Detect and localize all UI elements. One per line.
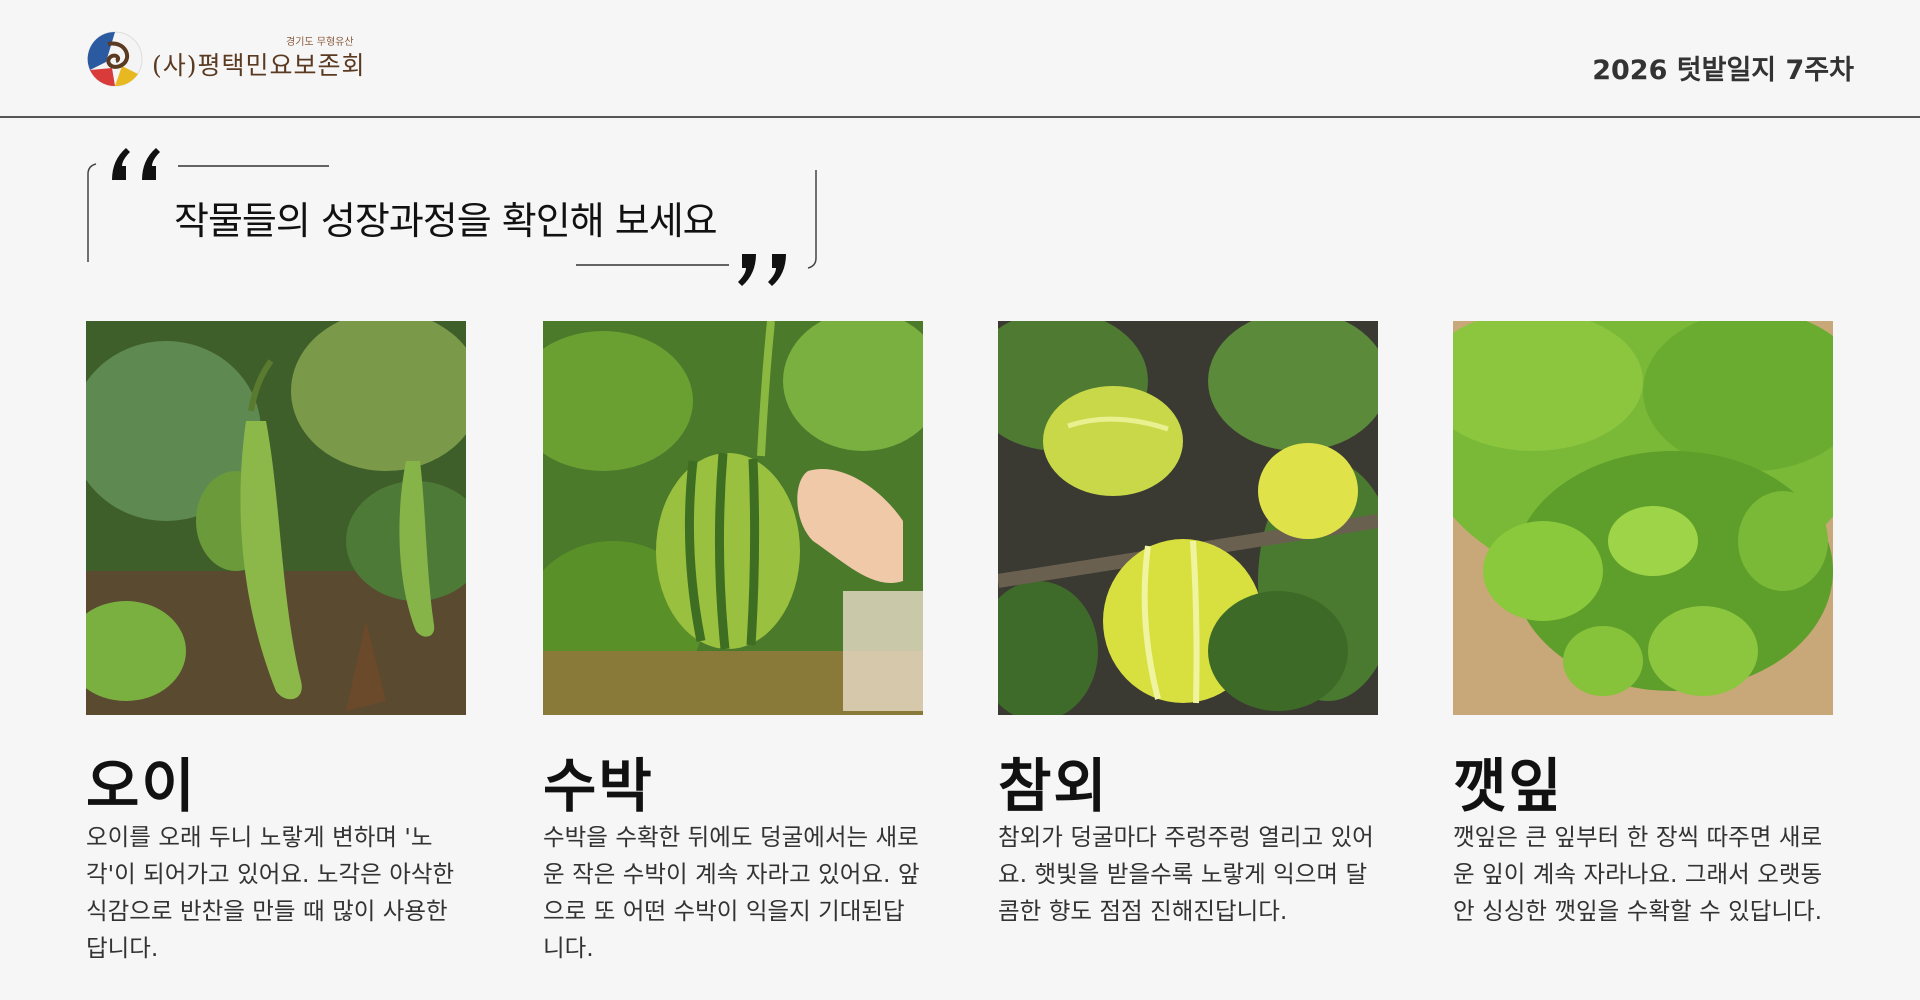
header-divider (0, 116, 1920, 118)
crop-description: 깻잎은 큰 잎부터 한 장씩 따주면 새로운 잎이 계속 자라나요. 그래서 오… (1453, 823, 1823, 925)
quote-banner: 작물들의 성장과정을 확인해 보세요 (86, 130, 826, 300)
perilla-photo (1453, 321, 1833, 715)
page-header: 경기도 무형유산 (사)평택민요보존회 2026 텃밭일지 7주차 (0, 0, 1920, 117)
crop-name: 수박 (543, 752, 654, 820)
cucumber-photo (86, 321, 466, 715)
crop-name: 참외 (998, 752, 1109, 820)
org-emblem-icon (87, 31, 143, 87)
org-name: (사)평택민요보존회 (152, 51, 366, 80)
crop-name: 오이 (86, 752, 197, 820)
org-logo: 경기도 무형유산 (사)평택민요보존회 (86, 30, 386, 90)
crop-description: 수박을 수확한 뒤에도 덩굴에서는 새로운 작은 수박이 계속 자라고 있어요.… (543, 823, 920, 962)
crop-description: 오이를 오래 두니 노랗게 변하며 '노각'이 되어가고 있어요. 노각은 아삭… (86, 823, 455, 962)
korean-melon-photo (998, 321, 1378, 715)
open-quote-icon (112, 148, 160, 180)
quote-text: 작물들의 성장과정을 확인해 보세요 (174, 199, 718, 243)
crop-description: 참외가 덩굴마다 주렁주렁 열리고 있어요. 햇빛을 받을수록 노랗게 익으며 … (998, 823, 1374, 925)
crop-name: 깻잎 (1453, 752, 1564, 820)
page-title: 2026 텃밭일지 7주차 (1592, 55, 1854, 86)
watermelon-photo (543, 321, 923, 715)
close-quote-icon (738, 254, 786, 286)
